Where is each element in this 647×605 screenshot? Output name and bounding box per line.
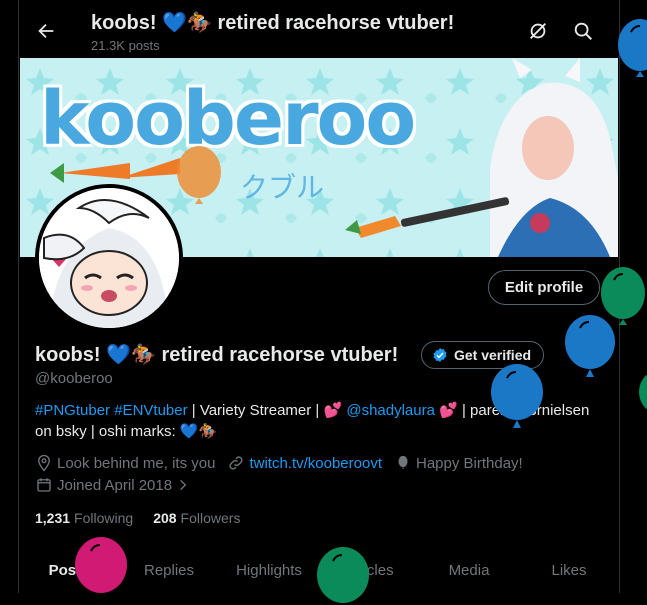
balloon-blue bbox=[491, 364, 543, 428]
profile-header: koobs! 💙🏇 retired racehorse vtuber! 21.3… bbox=[19, 0, 619, 58]
calendar-icon bbox=[37, 478, 51, 492]
bio-text: | Variety Streamer | bbox=[187, 402, 324, 419]
followers-label: Followers bbox=[180, 510, 241, 526]
joined-text: Joined April 2018 bbox=[57, 476, 173, 494]
follow-stats: 1,231 Following 208 Followers bbox=[35, 510, 240, 526]
website-item: twitch.tv/kooberoovt bbox=[227, 454, 382, 472]
balloon-icon bbox=[398, 455, 408, 469]
balloon-blue bbox=[618, 19, 647, 77]
profile-handle: @kooberoo bbox=[35, 370, 113, 387]
location-text: Look behind me, its you bbox=[57, 454, 216, 472]
back-arrow-icon[interactable] bbox=[35, 20, 57, 42]
bio-heart: 💕 bbox=[323, 402, 343, 419]
search-icon[interactable] bbox=[572, 20, 594, 42]
balloon-green bbox=[639, 374, 647, 410]
verified-badge-icon bbox=[433, 348, 447, 362]
profile-column: koobs! 💙🏇 retired racehorse vtuber! 21.3… bbox=[18, 0, 620, 593]
following-label: Following bbox=[74, 510, 134, 526]
tab-media[interactable]: Media bbox=[419, 548, 519, 593]
balloon-blue bbox=[565, 315, 615, 377]
following-link[interactable]: 1,231 Following bbox=[35, 510, 133, 526]
hashtag-link[interactable]: #ENVtuber bbox=[114, 402, 187, 419]
location-pin-icon bbox=[38, 454, 50, 472]
balloon-pink bbox=[75, 537, 127, 593]
tab-replies[interactable]: Replies bbox=[119, 548, 219, 593]
following-count: 1,231 bbox=[35, 510, 71, 526]
birthday-text: Happy Birthday! bbox=[416, 454, 523, 472]
grok-icon[interactable] bbox=[527, 20, 549, 42]
profile-meta-row: Joined April 2018 bbox=[35, 476, 202, 494]
tab-likes[interactable]: Likes bbox=[519, 548, 619, 593]
banner-logo-subtext: クブル bbox=[240, 171, 325, 204]
mention-link[interactable]: @shadylaura bbox=[346, 402, 435, 419]
balloon-green bbox=[317, 547, 369, 603]
link-icon bbox=[229, 456, 243, 470]
joined-item[interactable]: Joined April 2018 bbox=[35, 476, 190, 494]
website-link[interactable]: twitch.tv/kooberoovt bbox=[249, 455, 382, 472]
followers-link[interactable]: 208 Followers bbox=[153, 510, 240, 526]
bio-heart: 💕 bbox=[439, 402, 458, 419]
chevron-right-icon bbox=[180, 479, 187, 491]
profile-name: koobs! 💙🏇 retired racehorse vtuber! bbox=[35, 344, 399, 366]
tab-highlights[interactable]: Highlights bbox=[219, 548, 319, 593]
header-title: koobs! 💙🏇 retired racehorse vtuber! bbox=[91, 12, 455, 34]
hashtag-link[interactable]: #PNGtuber bbox=[35, 402, 110, 419]
post-count: 21.3K posts bbox=[91, 38, 160, 53]
profile-meta-row: Look behind me, its you twitch.tv/koober… bbox=[35, 454, 535, 472]
get-verified-label: Get verified bbox=[454, 347, 532, 363]
location-item: Look behind me, its you bbox=[35, 454, 215, 472]
bio-emoji: 💙🏇 bbox=[179, 423, 218, 440]
followers-count: 208 bbox=[153, 510, 177, 526]
profile-avatar[interactable] bbox=[35, 184, 183, 332]
birthday-item: Happy Birthday! bbox=[394, 454, 523, 472]
edit-profile-button[interactable]: Edit profile bbox=[488, 270, 600, 305]
avatar-image bbox=[39, 188, 179, 328]
balloon-orange bbox=[177, 146, 221, 204]
